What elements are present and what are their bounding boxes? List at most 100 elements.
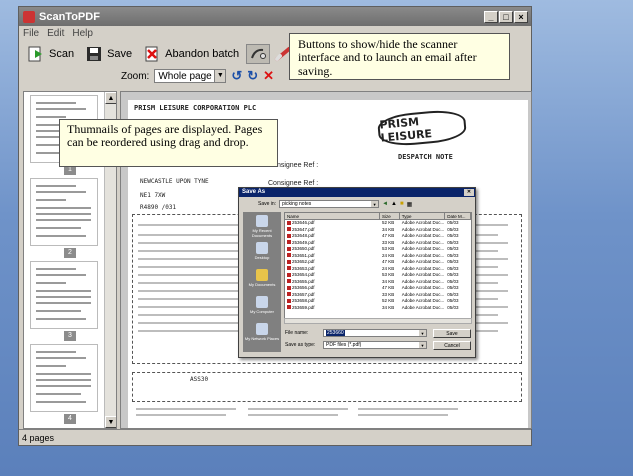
save-label: Save	[107, 48, 133, 60]
folder-icon	[256, 269, 268, 281]
file-list-scrollbar[interactable]	[284, 318, 472, 324]
col-size[interactable]: Size	[380, 213, 400, 219]
place-computer-label: My Computer	[249, 309, 274, 314]
save-button[interactable]: Save	[81, 42, 135, 66]
place-desktop-label: Desktop	[254, 255, 270, 260]
window-title: ScanToPDF	[39, 10, 100, 23]
scroll-down-icon[interactable]: ▼	[105, 416, 116, 428]
zoom-label: Zoom:	[121, 70, 150, 82]
scan-icon	[26, 44, 46, 64]
save-in-select[interactable]: picking notes ▼	[279, 200, 380, 208]
page-count: 4 pages	[22, 432, 55, 443]
scan-label: Scan	[49, 48, 75, 60]
place-recent-label: My Recent Documents	[251, 228, 273, 238]
place-network[interactable]: My Network Places	[243, 320, 281, 347]
pdf-file-icon	[287, 233, 291, 238]
account-number: R4890 /031	[140, 204, 177, 211]
toolbar-callout: Buttons to show/hide the scanner interfa…	[289, 33, 510, 80]
file-name-text: 253655.pdf	[292, 278, 315, 284]
place-my-documents[interactable]: My Documents	[243, 266, 281, 293]
pdf-file-icon	[287, 227, 291, 232]
new-folder-icon[interactable]: ■	[400, 201, 404, 207]
menu-file[interactable]: File	[23, 28, 39, 39]
thumbnail-number: 3	[64, 331, 76, 341]
close-button[interactable]: ×	[514, 10, 528, 23]
page-thumbnail[interactable]	[30, 178, 98, 246]
chevron-down-icon: ▼	[371, 201, 379, 207]
scan-button[interactable]: Scan	[23, 42, 77, 66]
place-desktop[interactable]: Desktop	[243, 239, 281, 266]
page-thumbnail[interactable]	[30, 344, 98, 412]
pdf-file-icon	[287, 285, 291, 290]
dialog-close-button[interactable]: ✕	[464, 189, 474, 196]
save-in-label: Save in:	[258, 201, 277, 207]
desktop-icon	[256, 242, 268, 254]
file-row[interactable]: 253659.pdf 34 KB Adobe Acrobat Doc... 05/03	[285, 305, 471, 312]
rotate-left-icon[interactable]: ↺	[231, 68, 242, 84]
views-icon[interactable]: ▦	[407, 201, 413, 208]
menu-help[interactable]: Help	[72, 28, 93, 39]
chevron-down-icon: ▼	[419, 342, 426, 348]
thumbnail-item[interactable]: 2	[24, 178, 116, 258]
minimize-button[interactable]: _	[484, 10, 498, 23]
save-in-value: picking notes	[282, 201, 312, 207]
file-list-header: Name Size Type Date M...	[285, 213, 471, 220]
dialog-cancel-button[interactable]: Cancel	[433, 341, 471, 350]
col-type[interactable]: Type	[400, 213, 446, 219]
place-recent[interactable]: My Recent Documents	[243, 212, 281, 239]
toolbar-callout-text: Buttons to show/hide the scanner interfa…	[298, 37, 477, 78]
place-my-computer[interactable]: My Computer	[243, 293, 281, 320]
place-documents-label: My Documents	[248, 282, 276, 287]
pdf-file-icon	[287, 279, 291, 284]
maximize-button[interactable]: □	[499, 10, 513, 23]
up-folder-icon[interactable]: ▲	[391, 201, 397, 207]
file-name-text: 253649.pdf	[292, 239, 315, 245]
save-as-dialog: Save As ✕ Save in: picking notes ▼ ◄ ▲ ■…	[238, 187, 476, 358]
zoom-value: Whole page	[158, 70, 212, 82]
thumbnail-number: 4	[64, 414, 76, 424]
consignee-ref-2: Consignee Ref :	[268, 180, 319, 187]
filetype-value: PDF files (*.pdf)	[326, 342, 362, 348]
thumbnail-item[interactable]: 3	[24, 261, 116, 341]
pdf-file-icon	[287, 259, 291, 264]
scanner-interface-icon[interactable]	[246, 44, 271, 64]
address-postcode: NE1 7XW	[140, 192, 166, 199]
thumbnail-item[interactable]: 4	[24, 344, 116, 424]
file-name-text: 253652.pdf	[292, 259, 315, 264]
scroll-up-icon[interactable]: ▲	[105, 92, 116, 104]
filetype-label: Save as type:	[285, 342, 316, 348]
chevron-down-icon: ▼	[419, 330, 426, 336]
back-icon[interactable]: ◄	[382, 201, 388, 207]
dialog-save-button[interactable]: Save	[433, 329, 471, 338]
filename-value: 253660	[326, 330, 345, 336]
zoom-select[interactable]: Whole page ▼	[154, 69, 227, 83]
file-name-text: 253659.pdf	[292, 304, 315, 310]
menu-edit[interactable]: Edit	[47, 28, 64, 39]
filename-input[interactable]: 253660 ▼	[323, 329, 427, 337]
status-bar: 4 pages	[19, 429, 531, 445]
pdf-file-icon	[287, 240, 291, 245]
filetype-select[interactable]: PDF files (*.pdf) ▼	[323, 341, 427, 349]
pdf-file-icon	[287, 220, 291, 225]
computer-icon	[256, 296, 268, 308]
abandon-label: Abandon batch	[165, 48, 240, 60]
file-name-text: 253651.pdf	[292, 252, 315, 258]
file-name: 253659.pdf	[285, 305, 380, 312]
thumbnail-callout: Thumnails of pages are displayed. Pages …	[59, 119, 278, 167]
pdf-file-icon	[287, 246, 291, 251]
pdf-file-icon	[287, 292, 291, 297]
file-list[interactable]: Name Size Type Date M... 253646.pdf 52 KB…	[284, 212, 472, 324]
place-network-label: My Network Places	[244, 336, 280, 341]
company-name: PRISM LEISURE CORPORATION PLC	[134, 104, 257, 112]
col-name[interactable]: Name	[285, 213, 380, 219]
abandon-batch-button[interactable]: Abandon batch	[139, 42, 242, 66]
page-thumbnail[interactable]	[30, 261, 98, 329]
delete-page-icon[interactable]: ✕	[263, 68, 274, 84]
invoice-number: ASS30	[190, 376, 209, 383]
file-name-text: 253656.pdf	[292, 285, 315, 290]
app-icon	[23, 10, 35, 23]
network-icon	[256, 323, 268, 335]
file-name-text: 253654.pdf	[292, 272, 315, 277]
rotate-right-icon[interactable]: ↻	[247, 68, 258, 84]
col-date[interactable]: Date M...	[445, 213, 471, 219]
